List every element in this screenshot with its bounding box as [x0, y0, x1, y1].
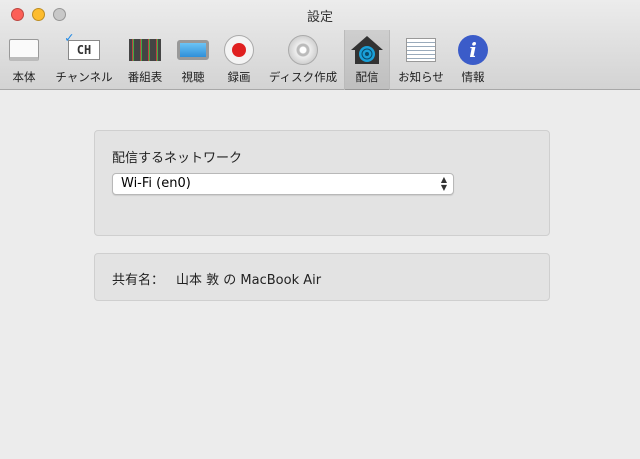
tab-device[interactable]: 本体 [0, 30, 48, 90]
tab-label: お知らせ [398, 70, 444, 84]
channel-icon: CH ✓ [65, 30, 101, 65]
tab-info[interactable]: i 情報 [452, 30, 494, 90]
toolbar: 本体 CH ✓ チャンネル 番組表 視聴 録画 ディスク作成 配信 お知らせ i 情報 [0, 30, 494, 90]
tab-broadcast[interactable]: 配信 [344, 30, 390, 90]
tv-icon [176, 35, 210, 65]
disc-icon [286, 35, 320, 65]
home-broadcast-icon [350, 35, 384, 65]
info-icon: i [456, 35, 490, 65]
network-select-value: Wi-Fi (en0) [121, 176, 191, 191]
tab-record[interactable]: 録画 [216, 30, 262, 90]
tab-label: ディスク作成 [268, 70, 338, 84]
share-name-value: 山本 敦 の MacBook Air [176, 273, 322, 288]
tab-label: 録画 [227, 70, 251, 84]
tab-channel[interactable]: CH ✓ チャンネル [48, 30, 120, 90]
share-name-label: 共有名： [112, 273, 165, 288]
tab-program-guide[interactable]: 番組表 [120, 30, 170, 90]
network-select[interactable]: Wi-Fi (en0) ▲ ▼ [112, 173, 454, 195]
tab-label: チャンネル [55, 70, 113, 84]
tab-label: 配信 [355, 70, 379, 84]
network-panel: 配信するネットワーク Wi-Fi (en0) ▲ ▼ [94, 130, 550, 236]
tab-disc[interactable]: ディスク作成 [262, 30, 344, 90]
record-icon [222, 35, 256, 65]
notice-icon [404, 35, 438, 65]
tab-notice[interactable]: お知らせ [390, 30, 452, 90]
tab-label: 番組表 [127, 70, 163, 84]
tab-view[interactable]: 視聴 [170, 30, 216, 90]
tab-label: 本体 [12, 70, 36, 84]
tab-label: 情報 [461, 70, 485, 84]
device-icon [7, 35, 41, 65]
share-name-panel: 共有名： 山本 敦 の MacBook Air [94, 253, 550, 301]
chevron-updown-icon: ▲ ▼ [440, 175, 447, 192]
tab-label: 視聴 [181, 70, 205, 84]
window-titlebar: 設定 本体 CH ✓ チャンネル 番組表 視聴 録画 ディスク作成 配信 お知らせ … [0, 0, 640, 90]
network-label: 配信するネットワーク [112, 151, 243, 166]
program-guide-icon [128, 35, 162, 65]
window-title: 設定 [306, 10, 333, 25]
